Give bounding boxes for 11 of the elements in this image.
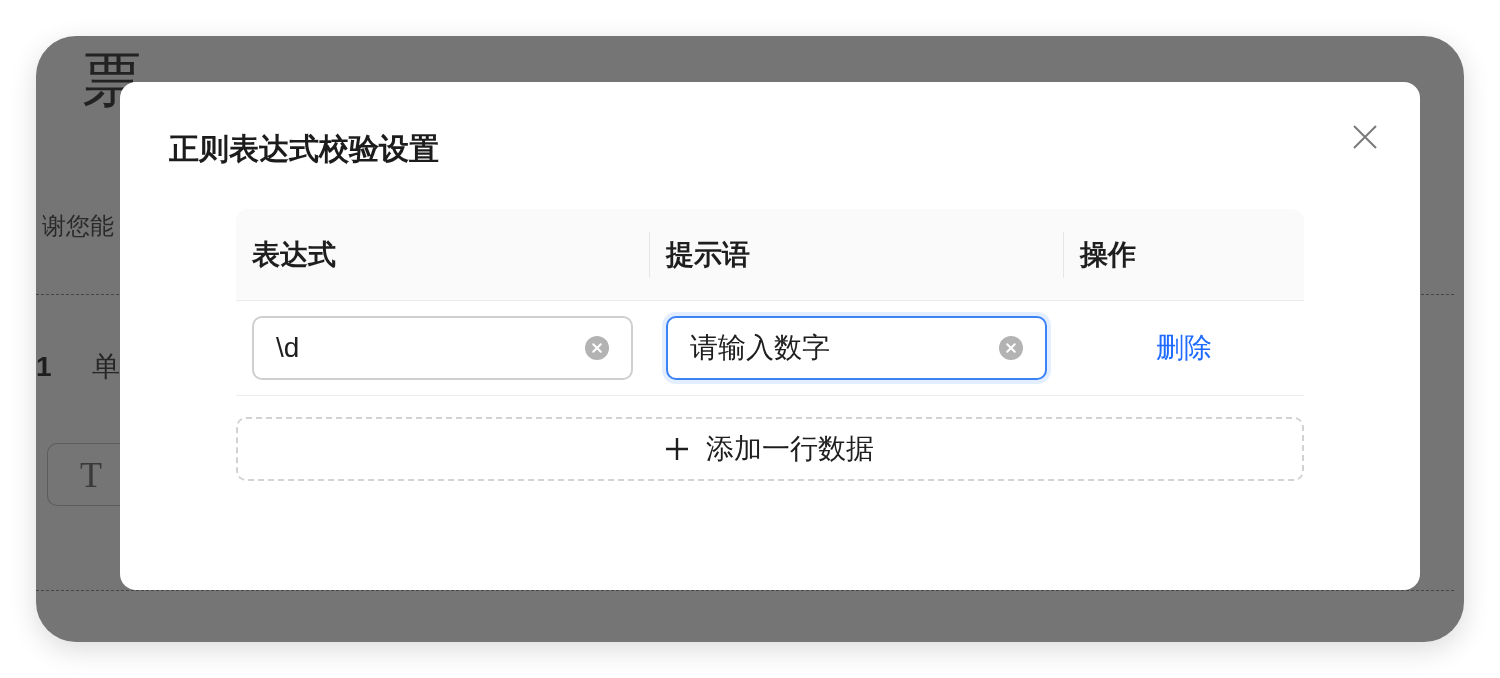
column-header: 表达式 (236, 209, 649, 301)
delete-link[interactable]: 删除 (1155, 329, 1212, 367)
intro-text: 谢您能 (42, 213, 114, 239)
dialog-title: 正则表达式校验设置 (169, 133, 439, 165)
add-row-button[interactable]: 添加一行数据 (236, 417, 1304, 481)
column-header: 操作 (1063, 209, 1304, 301)
question-title: 单 (91, 351, 120, 383)
column-header: 提示语 (649, 209, 1063, 301)
question-number: 1 (36, 351, 52, 383)
plus-icon (666, 438, 688, 460)
input-field[interactable]: \d (252, 316, 633, 380)
